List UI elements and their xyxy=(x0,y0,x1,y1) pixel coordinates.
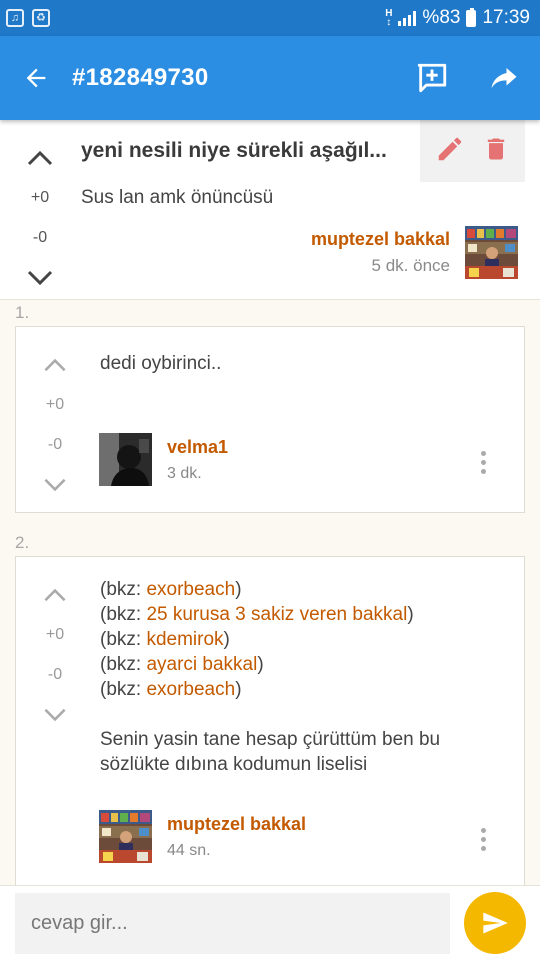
status-bar: ♫ ♻ H ↕ %83 17:39 xyxy=(0,0,540,36)
downvote-count: -0 xyxy=(32,229,48,246)
bkz-link[interactable]: ayarci bakkal xyxy=(146,654,257,675)
bkz-link[interactable]: exorbeach xyxy=(146,679,235,700)
chevron-down-icon xyxy=(44,478,66,492)
comment-author[interactable]: muptezel bakkal xyxy=(167,814,306,835)
bkz-line: (bkz: kdemirok) xyxy=(100,629,230,650)
chevron-up-icon xyxy=(27,150,53,166)
entry-author-avatar[interactable] xyxy=(465,226,518,279)
share-icon xyxy=(491,68,517,88)
app-bar: #182849730 xyxy=(0,36,540,120)
bkz-link[interactable]: 25 kurusa 3 sakiz veren bakkal xyxy=(146,604,407,625)
share-button[interactable] xyxy=(468,36,540,120)
bkz-link[interactable]: kdemirok xyxy=(146,629,223,650)
upvote-count: +0 xyxy=(45,626,65,643)
comment-text-line: sözlükte dıbına kodumun liselisi xyxy=(100,754,368,775)
add-comment-button[interactable] xyxy=(396,36,468,120)
bkz-line: (bkz: exorbeach) xyxy=(100,679,242,700)
entry-time: 5 dk. önce xyxy=(371,256,450,275)
battery-percent: %83 xyxy=(422,7,461,28)
upvote-count: +0 xyxy=(30,189,50,206)
comment-vote-column: +0 -0 xyxy=(30,345,80,505)
bkz-line: (bkz: exorbeach) xyxy=(100,579,242,600)
comment-text-line: Senin yasin tane hesap çürüttüm ben bu xyxy=(100,729,441,750)
comment-card: +0 -0 dedi oybirinci.. velma1 3 dk. xyxy=(15,326,525,513)
reply-bar xyxy=(0,885,540,960)
chevron-down-icon xyxy=(27,270,53,286)
upvote-button[interactable] xyxy=(35,575,75,615)
chevron-up-icon xyxy=(44,358,66,372)
send-icon xyxy=(483,912,508,934)
more-options-button[interactable] xyxy=(478,828,488,851)
back-button[interactable] xyxy=(0,36,72,120)
comment-author[interactable]: velma1 xyxy=(167,437,228,458)
bkz-line: (bkz: 25 kurusa 3 sakiz veren bakkal) xyxy=(100,604,414,625)
recycle-notification-icon: ♻ xyxy=(32,9,50,27)
downvote-count: -0 xyxy=(47,666,63,683)
downvote-button[interactable] xyxy=(35,465,75,505)
entry-title[interactable]: yeni nesili niye sürekli aşağıl... xyxy=(81,139,387,163)
page-title: #182849730 xyxy=(72,64,209,91)
more-options-button[interactable] xyxy=(478,451,488,474)
entry-author[interactable]: muptezel bakkal xyxy=(311,229,450,250)
comment-author-avatar[interactable] xyxy=(99,433,152,486)
entry-actions xyxy=(420,120,525,182)
reply-input[interactable] xyxy=(15,893,450,954)
comment-index: 1. xyxy=(15,303,30,322)
music-notification-icon: ♫ xyxy=(6,9,24,27)
back-arrow-icon xyxy=(26,68,46,88)
downvote-button[interactable] xyxy=(20,258,60,298)
upvote-button[interactable] xyxy=(35,345,75,385)
comment-time: 44 sn. xyxy=(167,842,211,859)
comment-index: 2. xyxy=(15,533,30,552)
comment-body: (bkz: exorbeach) (bkz: 25 kurusa 3 sakiz… xyxy=(100,577,440,777)
comment-author-avatar[interactable] xyxy=(99,810,152,863)
comment-text: dedi oybirinci.. xyxy=(100,353,222,374)
add-comment-icon xyxy=(417,63,447,93)
bkz-line: (bkz: ayarci bakkal) xyxy=(100,654,264,675)
upvote-button[interactable] xyxy=(20,138,60,178)
downvote-count: -0 xyxy=(47,436,63,453)
entry-vote-column: +0 -0 xyxy=(15,138,65,298)
delete-icon xyxy=(488,138,505,159)
comment-card: +0 -0 (bkz: exorbeach) (bkz: 25 kurusa 3… xyxy=(15,556,525,890)
chevron-up-icon xyxy=(44,588,66,602)
comment-vote-column: +0 -0 xyxy=(30,575,80,735)
comment-time: 3 dk. xyxy=(167,465,202,482)
downvote-button[interactable] xyxy=(35,695,75,735)
chevron-down-icon xyxy=(44,708,66,722)
edit-icon xyxy=(438,137,461,160)
edit-button[interactable] xyxy=(435,134,465,169)
signal-icon xyxy=(398,10,417,26)
delete-button[interactable] xyxy=(482,134,510,169)
entry-text: Sus lan amk önüncüsü xyxy=(81,187,274,208)
send-button[interactable] xyxy=(464,892,526,954)
upvote-count: +0 xyxy=(45,396,65,413)
clock: 17:39 xyxy=(482,7,530,28)
bkz-link[interactable]: exorbeach xyxy=(146,579,235,600)
battery-icon xyxy=(466,7,477,27)
network-type: H ↕ xyxy=(385,8,393,28)
